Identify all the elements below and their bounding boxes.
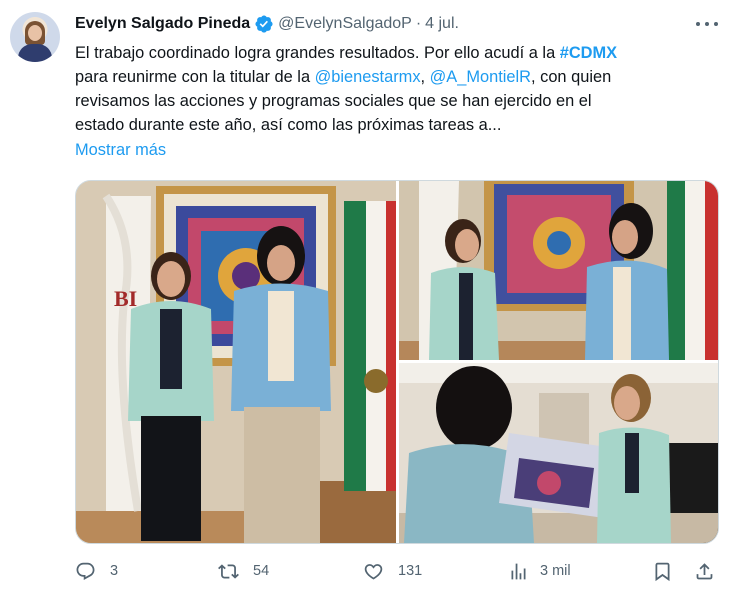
- author-name[interactable]: Evelyn Salgado Pineda: [75, 15, 250, 33]
- svg-text:BI: BI: [114, 286, 137, 311]
- reply-icon: [76, 562, 95, 580]
- retweet-icon: [218, 563, 239, 579]
- author-handle[interactable]: @EvelynSalgadoP: [278, 15, 412, 33]
- tweet-line-4: estado durante este año, así como las pr…: [75, 116, 502, 134]
- tweet-line-3: revisamos las acciones y programas socia…: [75, 92, 592, 110]
- tweet-text-segment: , con quien: [531, 68, 612, 86]
- like-button[interactable]: 131: [363, 556, 422, 586]
- views-button[interactable]: 3 mil: [508, 556, 571, 586]
- photo-1[interactable]: BI: [76, 181, 396, 543]
- share-icon: [696, 562, 713, 579]
- action-bar: 3 54 131 3 mil: [75, 556, 725, 586]
- retweet-button[interactable]: 54: [218, 556, 269, 586]
- avatar-face: [28, 25, 42, 41]
- heart-icon: [364, 563, 383, 580]
- mention-link[interactable]: @A_MontielR: [430, 68, 531, 86]
- photo-3[interactable]: [399, 363, 718, 543]
- more-options-icon[interactable]: [696, 16, 718, 32]
- like-count: 131: [398, 563, 423, 579]
- tweet-text-segment: ,: [420, 68, 430, 86]
- bookmark-icon: [655, 562, 670, 581]
- views-count: 3 mil: [540, 563, 571, 579]
- retweet-count: 54: [253, 563, 270, 579]
- author-avatar[interactable]: [10, 12, 60, 62]
- tweet-date[interactable]: 4 jul.: [425, 15, 459, 33]
- views-chart-icon: [511, 563, 526, 579]
- tweet-header: Evelyn Salgado Pineda @EvelynSalgadoP · …: [75, 13, 459, 35]
- more-dot: [714, 22, 718, 26]
- share-button[interactable]: [694, 556, 715, 586]
- avatar-body: [18, 44, 52, 62]
- more-dot: [696, 22, 700, 26]
- more-dot: [705, 22, 709, 26]
- bookmark-button[interactable]: [652, 556, 673, 586]
- mention-link[interactable]: @bienestarmx: [315, 68, 421, 86]
- tweet-text-segment: El trabajo coordinado logra grandes resu…: [75, 44, 560, 62]
- reply-button[interactable]: 3: [75, 556, 118, 586]
- tweet-text-segment: para reunirme con la titular de la: [75, 68, 315, 86]
- header-separator: ·: [415, 15, 422, 32]
- hashtag-link[interactable]: #CDMX: [560, 44, 617, 62]
- show-more-link[interactable]: Mostrar más: [75, 141, 166, 160]
- media-grid: BI: [75, 180, 719, 544]
- tweet-line-2: para reunirme con la titular de la @bien…: [75, 65, 725, 89]
- photo-2[interactable]: [399, 181, 718, 360]
- verified-badge-icon[interactable]: [254, 14, 274, 34]
- reply-count: 3: [110, 563, 119, 579]
- tweet-line-1: El trabajo coordinado logra grandes resu…: [75, 41, 725, 65]
- tweet-text: El trabajo coordinado logra grandes resu…: [75, 41, 725, 137]
